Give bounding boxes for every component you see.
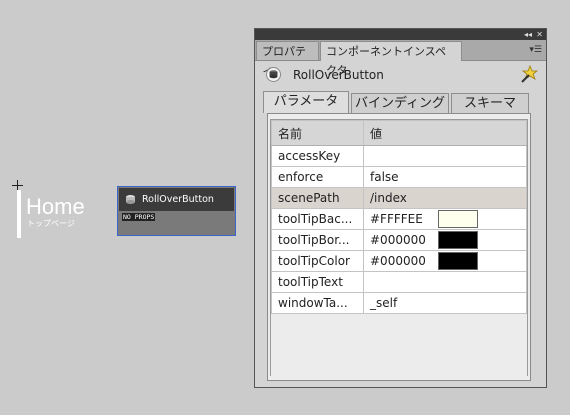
- parameter-name: enforce: [271, 166, 364, 188]
- color-swatch[interactable]: [438, 252, 478, 270]
- component-icon: [126, 195, 135, 204]
- parameter-value-text: false: [370, 170, 399, 184]
- tab-properties[interactable]: プロパティ: [256, 41, 319, 77]
- inspector-subtabs: パラメータ バインディング スキーマ: [263, 91, 529, 113]
- table-row[interactable]: toolTipText: [271, 271, 527, 293]
- parameter-value[interactable]: [363, 271, 527, 293]
- color-swatch[interactable]: [438, 231, 478, 249]
- parameter-name: windowTa...: [271, 292, 364, 314]
- tab-component-inspector[interactable]: コンポーネントインスペクタ: [320, 41, 462, 77]
- parameter-name: toolTipText: [271, 271, 364, 293]
- rollover-button-props: NO PROPS: [122, 213, 156, 221]
- parameters-frame: 名前 値 accessKey enforce false scenePath/inde…: [267, 113, 531, 381]
- subtab-parameters[interactable]: パラメータ: [263, 91, 349, 113]
- parameter-value-text: #FFFFEE: [370, 212, 423, 226]
- home-subtitle: トップページ: [27, 219, 75, 228]
- parameter-value-text: _self: [370, 296, 398, 310]
- parameter-value[interactable]: #FFFFEE: [363, 208, 527, 230]
- parameter-name: toolTipBor...: [271, 229, 364, 251]
- column-header-name[interactable]: 名前: [271, 120, 364, 146]
- panel-menu-icon[interactable]: ▾☰: [529, 40, 542, 60]
- color-swatch[interactable]: [438, 210, 478, 228]
- table-row[interactable]: enforce false: [271, 166, 527, 188]
- rollover-button-header: RollOverButton: [119, 188, 234, 211]
- panel-titlebar: ◂◂ ✕: [255, 29, 546, 40]
- parameter-value[interactable]: _self: [363, 292, 527, 314]
- parameter-value[interactable]: #000000: [363, 250, 527, 272]
- home-title[interactable]: Home: [26, 193, 85, 221]
- component-name: RollOverButton: [293, 68, 384, 82]
- table-row[interactable]: accessKey: [271, 145, 527, 167]
- parameters-grid: 名前 値 accessKey enforce false scenePath/inde…: [270, 119, 528, 376]
- double-chevron-left-icon[interactable]: ◂◂: [524, 29, 532, 40]
- rollover-button-instance[interactable]: RollOverButton NO PROPS: [117, 186, 236, 236]
- subtab-schema[interactable]: スキーマ: [451, 93, 529, 113]
- close-icon[interactable]: ✕: [536, 29, 543, 40]
- panel-tabs: プロパティ コンポーネントインスペクタ ▾☰: [255, 40, 546, 77]
- parameter-name: toolTipColor: [271, 250, 364, 272]
- column-header-value[interactable]: 値: [363, 120, 527, 146]
- home-accent-bar: [17, 190, 21, 238]
- parameter-value[interactable]: /index: [363, 187, 527, 209]
- parameter-value-text: /index: [370, 191, 407, 205]
- parameter-name: accessKey: [271, 145, 364, 167]
- parameter-value[interactable]: [363, 145, 527, 167]
- table-row[interactable]: windowTa... _self: [271, 292, 527, 314]
- table-row[interactable]: toolTipColor #000000: [271, 250, 527, 272]
- table-row[interactable]: scenePath/index: [271, 187, 527, 209]
- component-icon: [266, 67, 281, 82]
- component-inspector-panel: ◂◂ ✕ プロパティ コンポーネントインスペクタ ▾☰ RollOverButt…: [254, 28, 547, 388]
- wand-icon[interactable]: [520, 65, 538, 83]
- subtab-bindings[interactable]: バインディング: [351, 93, 449, 113]
- parameter-name: toolTipBac...: [271, 208, 364, 230]
- parameter-name: scenePath: [271, 187, 364, 209]
- rollover-button-title: RollOverButton: [142, 194, 214, 205]
- table-row[interactable]: toolTipBac... #FFFFEE: [271, 208, 527, 230]
- parameter-value-text: #000000: [370, 233, 426, 247]
- parameter-value[interactable]: #000000: [363, 229, 527, 251]
- parameter-value[interactable]: false: [363, 166, 527, 188]
- table-row[interactable]: toolTipBor... #000000: [271, 229, 527, 251]
- parameter-value-text: #000000: [370, 254, 426, 268]
